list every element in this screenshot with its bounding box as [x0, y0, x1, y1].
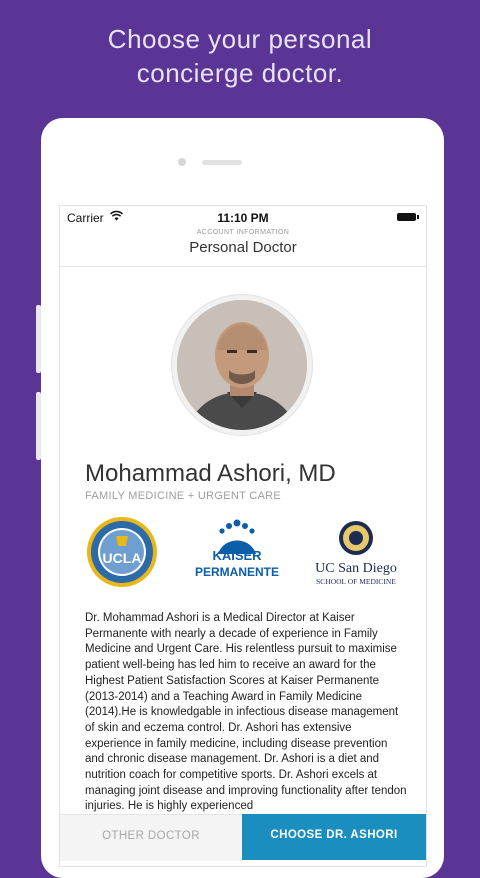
page-title: Personal Doctor	[189, 239, 297, 256]
app-screen: Carrier 11:10 PM ACCOUNT INFORMATION Per…	[59, 205, 427, 867]
permanente-text: PERMANENTE	[195, 565, 279, 579]
doctor-avatar	[171, 294, 313, 436]
ucsd-school-text: SCHOOL OF MEDICINE	[316, 577, 396, 586]
camera-icon	[178, 158, 186, 166]
navigation-bar: ACCOUNT INFORMATION Personal Doctor	[60, 228, 426, 267]
ucsd-logo: UC San Diego SCHOOL OF MEDICINE	[314, 520, 398, 588]
doctor-bio: Dr. Mohammad Ashori is a Medical Directo…	[85, 612, 407, 813]
status-bar: Carrier 11:10 PM	[60, 206, 426, 230]
choose-doctor-button[interactable]: CHOOSE DR. ASHORI	[242, 814, 426, 860]
ucla-logo: UCLA	[86, 516, 158, 588]
kaiser-permanente-logo: KAISER PERMANENTE	[188, 518, 286, 584]
kaiser-text: KAISER	[212, 548, 262, 563]
ucla-text: UCLA	[103, 550, 142, 566]
speaker-grille	[202, 160, 242, 165]
doctor-portrait-icon	[177, 300, 307, 430]
ucsd-text: UC San Diego	[315, 561, 397, 576]
doctor-photo	[177, 300, 307, 430]
doctor-name: Mohammad Ashori, MD	[85, 460, 336, 487]
battery-icon	[397, 213, 419, 221]
doctor-specialty: FAMILY MEDICINE + URGENT CARE	[85, 490, 282, 502]
nav-subtitle: ACCOUNT INFORMATION	[196, 229, 290, 236]
tagline-line-2: concierge doctor.	[136, 58, 344, 88]
tagline: Choose your personal concierge doctor.	[0, 22, 480, 90]
tagline-line-1: Choose your personal	[107, 24, 373, 54]
clock: 11:10 PM	[217, 211, 269, 225]
